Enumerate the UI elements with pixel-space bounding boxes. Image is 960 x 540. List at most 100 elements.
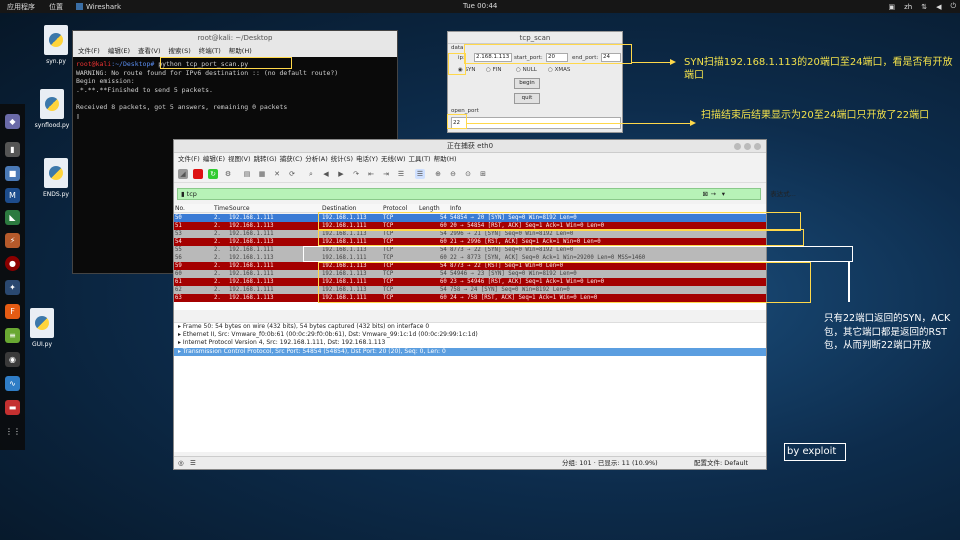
col-no[interactable]: No. — [175, 205, 185, 212]
output-line: Begin emission: — [76, 77, 135, 86]
stop-capture-icon[interactable] — [193, 169, 203, 179]
menu-edit[interactable]: 编辑(E) — [203, 153, 225, 166]
volume-icon[interactable]: ◀ — [936, 3, 941, 11]
menu-tools[interactable]: 工具(T) — [409, 153, 431, 166]
autoscroll-icon[interactable]: ☰ — [396, 169, 406, 179]
screenshot-dock-icon[interactable]: ▬ — [5, 400, 20, 415]
quit-button[interactable]: quit — [514, 93, 540, 104]
highlight-port21 — [318, 229, 804, 246]
menu-view[interactable]: 查看(V) — [138, 45, 161, 57]
language-indicator[interactable]: zh — [904, 3, 912, 11]
radio-xmas[interactable]: ○ XMAS — [548, 67, 570, 73]
radio-fin[interactable]: ○ FIN — [486, 67, 501, 73]
packet-count: 分组: 101 · 已显示: 11 (10.9%) — [562, 459, 658, 467]
resize-columns-icon[interactable]: ⊞ — [478, 169, 488, 179]
menu-capture[interactable]: 捕获(C) — [280, 153, 303, 166]
display-filter-input[interactable]: ▮ tcp ⊠ → ▾ 表达式... — [177, 188, 796, 200]
capture-status-icon[interactable]: ◎ — [178, 457, 184, 470]
go-forward-icon[interactable]: ▶ — [336, 169, 346, 179]
detail-frame: Frame 50: 54 bytes on wire (432 bits), 5… — [182, 323, 430, 330]
packet-cell-time: 2. — [214, 279, 221, 285]
menu-file[interactable]: 文件(F) — [178, 153, 200, 166]
detail-row[interactable]: ▸ Ethernet II, Src: Vmware_f0:0b:61 (00:… — [174, 331, 766, 339]
prompt-user: root@kali — [76, 60, 112, 68]
wireshark-dock-icon[interactable]: ∿ — [5, 376, 20, 391]
menu-analyze[interactable]: 分析(A) — [305, 153, 328, 166]
metasploit-dock-icon[interactable]: M — [5, 188, 20, 203]
menu-telephony[interactable]: 电话(Y) — [356, 153, 378, 166]
col-destination[interactable]: Destination — [322, 205, 356, 212]
reload-icon[interactable]: ⟳ — [287, 169, 297, 179]
col-time[interactable]: Time — [214, 205, 229, 212]
armitage-dock-icon[interactable]: ◣ — [5, 210, 20, 225]
zoom-reset-icon[interactable]: ⊙ — [463, 169, 473, 179]
expert-info-icon[interactable]: ☰ — [190, 457, 196, 470]
profile-label[interactable]: 配置文件: Default — [694, 457, 748, 470]
menu-file[interactable]: 文件(F) — [78, 45, 100, 57]
desktop-file-gui[interactable]: GUI.py — [12, 308, 72, 348]
detail-row[interactable]: ▸ Frame 50: 54 bytes on wire (432 bits),… — [174, 323, 766, 331]
clear-filter-icon[interactable]: ⊠ — [703, 189, 708, 199]
open-file-icon[interactable]: ▤ — [242, 169, 252, 179]
packet-cell-src: 192.168.1.111 — [229, 287, 274, 293]
radio-null[interactable]: ○ NULL — [516, 67, 537, 73]
power-icon[interactable]: ⏻ — [950, 2, 956, 11]
begin-button[interactable]: begin — [514, 78, 540, 89]
filter-dropdown-icon[interactable]: ▾ — [722, 189, 725, 199]
radio-null-label: NULL — [522, 67, 537, 73]
camera-icon[interactable]: ▣ — [888, 3, 895, 11]
go-to-packet-icon[interactable]: ↷ — [351, 169, 361, 179]
detail-row[interactable]: ▸ Internet Protocol Version 4, Src: 192.… — [174, 339, 766, 347]
col-protocol[interactable]: Protocol — [383, 205, 407, 212]
col-length[interactable]: Length — [419, 205, 440, 212]
wireshark-window[interactable]: 正在捕获 eth0 文件(F) 编辑(E) 视图(V) 跳转(G) 捕获(C) … — [173, 139, 796, 470]
menu-terminal[interactable]: 终端(T) — [199, 45, 221, 57]
minimize-icon[interactable] — [734, 143, 741, 150]
packet-cell-src: 192.168.1.111 — [229, 215, 274, 221]
col-info[interactable]: Info — [450, 205, 461, 212]
menu-view[interactable]: 视图(V) — [228, 153, 251, 166]
maximize-icon[interactable] — [744, 143, 751, 150]
close-icon[interactable] — [754, 143, 761, 150]
packet-cell-src: 192.168.1.113 — [229, 295, 274, 301]
wireshark-title: 正在捕获 eth0 — [446, 142, 494, 150]
folder-dock-icon[interactable]: ■ — [5, 166, 20, 181]
save-file-icon[interactable]: ▦ — [257, 169, 267, 179]
colorize-icon[interactable]: ☰ — [415, 169, 425, 179]
last-packet-icon[interactable]: ⇥ — [381, 169, 391, 179]
dock-app-icon[interactable]: ◆ — [5, 114, 20, 129]
menu-help[interactable]: 帮助(H) — [434, 153, 457, 166]
terminal-dock-icon[interactable]: ▮ — [5, 142, 20, 157]
menu-edit[interactable]: 编辑(E) — [108, 45, 130, 57]
network-icon[interactable]: ⇅ — [921, 3, 927, 11]
places-menu[interactable]: 位置 — [42, 2, 70, 12]
applications-menu[interactable]: 应用程序 — [0, 2, 42, 12]
menu-help[interactable]: 帮助(H) — [229, 45, 252, 57]
record-dock-icon[interactable]: ● — [5, 256, 20, 271]
recorder-dock-icon[interactable]: ◉ — [5, 352, 20, 367]
options-icon[interactable]: ⚙ — [223, 169, 233, 179]
menu-statistics[interactable]: 统计(S) — [331, 153, 353, 166]
find-packet-icon[interactable]: ⌕ — [306, 169, 316, 179]
app-grid-icon[interactable]: ⋮⋮ — [5, 424, 21, 439]
detail-row[interactable]: ▸ Transmission Control Protocol, Src Por… — [174, 347, 766, 356]
zoom-out-icon[interactable]: ⊖ — [448, 169, 458, 179]
taskbar-wireshark[interactable]: Wireshark — [70, 3, 127, 11]
first-packet-icon[interactable]: ⇤ — [366, 169, 376, 179]
packet-details[interactable]: ▸ Frame 50: 54 bytes on wire (432 bits),… — [174, 322, 766, 452]
menu-go[interactable]: 跳转(G) — [254, 153, 277, 166]
restart-capture-icon[interactable]: ↻ — [208, 169, 218, 179]
clock[interactable]: Tue 00:44 — [463, 2, 497, 10]
go-back-icon[interactable]: ◀ — [321, 169, 331, 179]
col-source[interactable]: Source — [229, 205, 250, 212]
menu-wireless[interactable]: 无线(W) — [381, 153, 406, 166]
expression-button[interactable]: 表达式... — [770, 189, 796, 199]
close-file-icon[interactable]: ✕ — [272, 169, 282, 179]
zoom-in-icon[interactable]: ⊕ — [433, 169, 443, 179]
menu-search[interactable]: 搜索(S) — [169, 45, 191, 57]
network-dock-icon[interactable]: ✦ — [5, 280, 20, 295]
filter-bookmark-icon[interactable]: ▮ — [181, 190, 185, 198]
start-capture-icon[interactable]: ◢ — [178, 169, 188, 179]
burp-dock-icon[interactable]: ⚡ — [5, 233, 20, 248]
apply-filter-icon[interactable]: → — [711, 189, 716, 199]
